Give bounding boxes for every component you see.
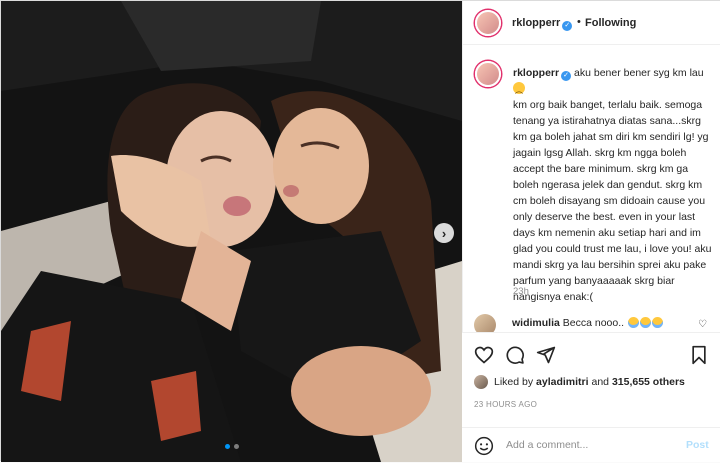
share-icon[interactable] (536, 345, 556, 365)
frown-emoji-icon (513, 82, 525, 99)
caption-avatar[interactable] (475, 61, 501, 87)
add-comment-bar: Add a comment... Post (462, 427, 720, 463)
header-username[interactable]: rklopperr ✓ (512, 17, 573, 31)
likes-prefix: Liked by (494, 376, 534, 388)
post-comment-button[interactable]: Post (686, 439, 709, 451)
header-separator: • (577, 16, 581, 28)
likes-count[interactable]: 315,655 others (612, 376, 685, 388)
comment-like-icon[interactable]: ♡ (698, 319, 707, 330)
emoji-icon[interactable] (474, 436, 494, 456)
chevron-right-icon[interactable]: › (434, 223, 454, 243)
caption-username[interactable]: rklopperr (513, 67, 559, 79)
comment-body: Becca nooo.. (562, 317, 625, 329)
photo-illustration (1, 1, 462, 462)
header-username-text[interactable]: rklopperr (512, 17, 560, 29)
caption-body: km org baik banget, terlalu baik. semoga… (513, 99, 712, 303)
carousel-dot-2 (234, 444, 239, 449)
sob-emoji-icon (639, 317, 651, 328)
comment-username[interactable]: widimulia (512, 317, 560, 329)
sob-emoji-icon (627, 317, 639, 328)
post-timestamp[interactable]: 23 HOURS AGO (474, 400, 537, 409)
carousel-indicator (225, 444, 239, 449)
post-actions: Liked by ayladimitri and 315,655 others … (462, 332, 720, 462)
add-comment-input[interactable]: Add a comment... (506, 439, 588, 451)
likes-user[interactable]: ayladimitri (536, 376, 589, 388)
sob-emoji-icon (651, 317, 663, 328)
comment-text: widimulia Becca nooo.. (512, 317, 663, 329)
caption-text: rklopperr✓ aku bener bener syg km lau km… (513, 65, 713, 305)
carousel-dot-1 (225, 444, 230, 449)
caption-timestamp[interactable]: 23h (513, 286, 529, 297)
follow-button[interactable]: Following (585, 17, 636, 29)
avatar[interactable] (475, 10, 501, 36)
post-photo[interactable]: › (1, 1, 462, 462)
likes-summary: Liked by ayladimitri and 315,655 others (474, 375, 685, 389)
verified-icon: ✓ (561, 71, 572, 81)
comment-icon[interactable] (505, 345, 525, 365)
heart-icon[interactable] (474, 345, 494, 365)
caption-lead: aku bener bener syg km lau (574, 67, 704, 79)
post-dialog: › rklopperr ✓ • Following rklopperr ✓ aku … (0, 0, 720, 462)
post-header: rklopperr ✓ • Following (463, 1, 720, 45)
bookmark-icon[interactable] (689, 345, 709, 365)
likes-conj: and (591, 376, 610, 388)
verified-icon: ✓ (562, 21, 573, 31)
liker-avatar[interactable] (474, 375, 488, 389)
